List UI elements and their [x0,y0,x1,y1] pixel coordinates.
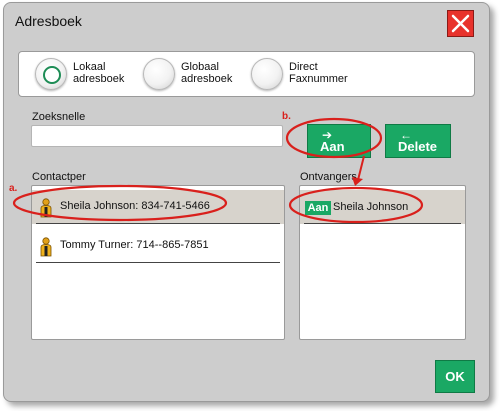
address-source-panel: Lokaal adresboek Globaal adresboek Direc… [18,51,475,97]
delete-button-label: Delete [398,139,438,154]
list-item[interactable]: Aan Sheila Johnson [300,190,465,224]
search-label: Zoeksnelle [32,111,86,123]
divider [304,223,461,224]
delete-recipient-button[interactable]: ← Delete [385,124,451,158]
person-icon [40,198,52,218]
list-item[interactable]: Tommy Turner: 714--865-7851 [32,229,284,263]
person-icon [40,237,52,257]
radio-selected-icon [35,58,67,90]
ok-button[interactable]: OK [435,360,475,393]
radio-unselected-icon [143,58,175,90]
radio-label-global: Globaal adresboek [181,61,233,85]
close-button[interactable] [447,10,474,37]
recipient-type-badge: Aan [305,201,331,215]
address-book-dialog: Adresboek Lokaal adresboek Globaal adres… [3,2,490,402]
list-item[interactable]: Sheila Johnson: 834-741-5466 [32,190,284,224]
add-recipient-button[interactable]: ➔ Aan [307,124,371,158]
close-x-icon [451,14,470,33]
dialog-title: Adresboek [15,13,82,29]
radio-label-direct: Direct Faxnummer [289,61,348,85]
divider [36,262,280,263]
recipients-list: Aan Sheila Johnson [299,185,466,340]
recipient-text: Sheila Johnson [333,201,409,213]
annotation-marker-b: b. [282,111,291,122]
annotation-marker-a: a. [9,183,18,194]
divider [36,223,280,224]
add-button-label: Aan [320,139,345,154]
radio-label-local: Lokaal adresboek [73,61,125,85]
search-input[interactable] [31,125,283,147]
contacts-label: Contactper [32,171,86,183]
radio-unselected-icon [251,58,283,90]
contact-text: Tommy Turner: 714--865-7851 [60,239,209,251]
contact-text: Sheila Johnson: 834-741-5466 [60,200,210,212]
recipients-label: Ontvangers [300,171,357,183]
contacts-list: Sheila Johnson: 834-741-5466 Tommy Turne… [31,185,285,340]
